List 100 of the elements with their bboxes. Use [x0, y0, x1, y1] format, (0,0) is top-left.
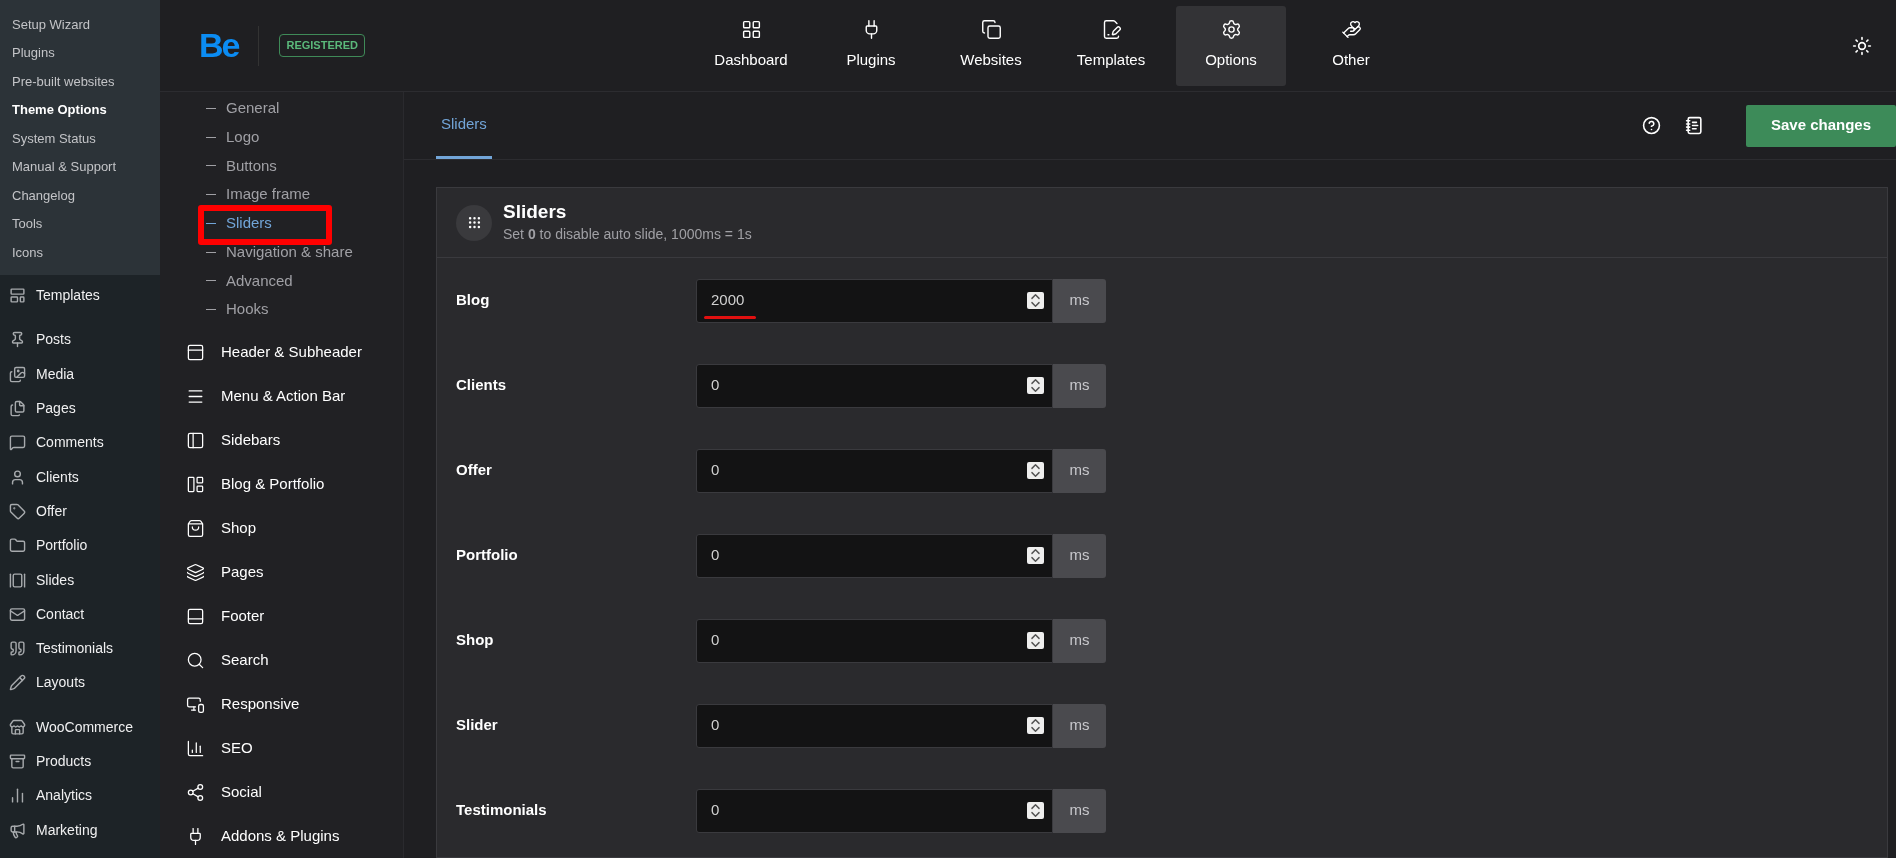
submenu-item[interactable]: Plugins	[0, 38, 160, 67]
theme-toggle-icon[interactable]	[1852, 35, 1872, 56]
field-label: Blog	[456, 290, 491, 311]
submenu-item[interactable]: System Status	[0, 124, 160, 153]
spinner-icon[interactable]	[1027, 717, 1044, 734]
submenu-item[interactable]: Manual & Support	[0, 152, 160, 181]
menu-item[interactable]: Templates	[0, 278, 160, 313]
slides-icon	[9, 571, 26, 589]
submenu-item[interactable]: Theme Options	[0, 95, 160, 124]
section-link[interactable]: SEO	[160, 726, 403, 770]
pages-icon	[9, 400, 26, 418]
spinner-icon[interactable]	[1027, 547, 1044, 564]
section-link[interactable]: Responsive	[160, 682, 403, 726]
help-icon[interactable]	[1641, 116, 1661, 135]
number-field[interactable]: 0	[696, 703, 1053, 748]
spinner-icon[interactable]	[1027, 462, 1044, 479]
menu-item[interactable]: Analytics	[0, 778, 160, 813]
menu-item[interactable]: Clients	[0, 460, 160, 495]
section-link[interactable]: Sidebars	[160, 418, 403, 462]
sub-section-link[interactable]: Advanced	[206, 269, 293, 293]
sub-section-link[interactable]: Navigation & share	[206, 240, 353, 264]
menu-item[interactable]: Pages	[0, 391, 160, 426]
sub-section-link[interactable]: Sliders	[206, 212, 272, 235]
bar-chart-icon	[9, 787, 26, 805]
sub-section-link[interactable]: General	[206, 97, 280, 120]
menu-item[interactable]: Marketing	[0, 812, 160, 848]
submenu-item[interactable]: Icons	[0, 238, 160, 267]
menu-item[interactable]: Media	[0, 357, 160, 392]
section-link[interactable]: Header & Subheader	[160, 330, 403, 374]
number-field[interactable]: 0	[696, 618, 1053, 663]
field-label: Clients	[456, 375, 507, 396]
nav-tab[interactable]: Options	[1176, 5, 1286, 86]
unit-label: ms	[1053, 703, 1106, 748]
menu-item[interactable]: Testimonials	[0, 631, 160, 666]
nav-tab[interactable]: Other	[1296, 5, 1406, 86]
spinner-icon[interactable]	[1027, 292, 1044, 309]
grip-icon	[456, 204, 492, 241]
number-field[interactable]: 0	[696, 363, 1053, 408]
folder-icon	[9, 537, 26, 555]
brand-logo: Be	[199, 25, 239, 66]
shopping-bag-icon	[186, 518, 205, 538]
nav-tab[interactable]: Dashboard	[696, 5, 806, 86]
menu-item[interactable]: Comments	[0, 425, 160, 460]
menu-item[interactable]: Contact	[0, 597, 160, 632]
submenu-item[interactable]: Setup Wizard	[0, 10, 160, 39]
bar-chart-icon	[186, 738, 205, 758]
submenu-item[interactable]: Changelog	[0, 181, 160, 210]
content-tab[interactable]: Sliders	[436, 92, 492, 159]
unit-label: ms	[1053, 278, 1106, 323]
annotation-underline	[704, 315, 756, 319]
spinner-icon[interactable]	[1027, 632, 1044, 649]
menu-item[interactable]: WooCommerce	[0, 710, 160, 745]
menu-item[interactable]: Slides	[0, 562, 160, 598]
spinner-icon[interactable]	[1027, 377, 1044, 394]
sub-section-link[interactable]: Logo	[206, 125, 260, 149]
submenu-item[interactable]: Pre-built websites	[0, 67, 160, 96]
number-field[interactable]: 0	[696, 788, 1053, 833]
section-link[interactable]: Social	[160, 770, 403, 814]
unit-label: ms	[1053, 448, 1106, 493]
panel-top-icon	[186, 342, 205, 362]
unit-label: ms	[1053, 533, 1106, 578]
section-link[interactable]: Shop	[160, 506, 403, 550]
pin-icon	[9, 331, 26, 349]
copy-icon	[980, 19, 1002, 41]
section-link[interactable]: Addons & Plugins	[160, 814, 403, 858]
field-label: Testimonials	[456, 800, 548, 821]
settings-icon	[1220, 19, 1242, 41]
nav-tab[interactable]: Plugins	[816, 5, 926, 86]
section-link[interactable]: Search	[160, 638, 403, 682]
section-link[interactable]: Pages	[160, 550, 403, 594]
number-field[interactable]: 2000	[696, 278, 1053, 323]
section-link[interactable]: Menu & Action Bar	[160, 374, 403, 418]
menu-item[interactable]: Posts	[0, 322, 160, 358]
spinner-icon[interactable]	[1027, 802, 1044, 819]
menu-item[interactable]: Products	[0, 744, 160, 779]
unit-label: ms	[1053, 788, 1106, 833]
menu-item[interactable]: Offer	[0, 494, 160, 529]
menu-item[interactable]: Portfolio	[0, 528, 160, 563]
number-field[interactable]: 0	[696, 533, 1053, 578]
panel-description: Set 0 to disable auto slide, 1000ms = 1s	[503, 225, 752, 244]
nav-tab[interactable]: Websites	[936, 5, 1046, 86]
menu-item[interactable]: Layouts	[0, 665, 160, 701]
save-button[interactable]: Save changes	[1745, 104, 1896, 147]
nav-tab[interactable]: Templates	[1056, 5, 1166, 86]
section-link[interactable]: Footer	[160, 594, 403, 638]
images-icon	[9, 365, 26, 383]
layout-icon	[186, 474, 205, 494]
notes-icon[interactable]	[1684, 116, 1704, 135]
section-link[interactable]: Blog & Portfolio	[160, 462, 403, 506]
submenu-item[interactable]: Tools	[0, 209, 160, 238]
person-icon	[9, 468, 26, 486]
search-icon	[186, 650, 205, 670]
layers-icon	[186, 562, 205, 582]
number-field[interactable]: 0	[696, 448, 1053, 493]
panel-title: Sliders	[503, 200, 568, 224]
field-label: Offer	[456, 460, 493, 481]
mail-icon	[9, 605, 26, 623]
sub-section-link[interactable]: Image frame	[206, 183, 311, 206]
sub-section-link[interactable]: Hooks	[206, 298, 269, 321]
sub-section-link[interactable]: Buttons	[206, 154, 277, 178]
